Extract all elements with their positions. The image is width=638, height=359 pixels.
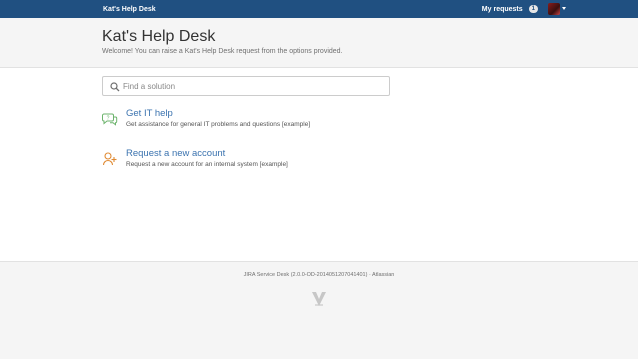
brand-link[interactable]: Kat's Help Desk: [103, 6, 156, 13]
request-type-description: Request a new account for an internal sy…: [126, 161, 288, 168]
page-header: Kat's Help Desk Welcome! You can raise a…: [0, 18, 638, 68]
topbar-right: My requests 1: [482, 0, 566, 18]
search-input[interactable]: [123, 79, 383, 93]
page-title: Kat's Help Desk: [102, 28, 216, 45]
my-requests-link[interactable]: My requests: [482, 6, 523, 13]
search-box[interactable]: [102, 76, 390, 96]
user-avatar[interactable]: [548, 3, 560, 15]
my-requests-count-badge: 1: [528, 5, 538, 13]
welcome-message: Welcome! You can raise a Kat's Help Desk…: [102, 48, 343, 55]
request-type-new-account[interactable]: Request a new account Request a new acco…: [102, 148, 402, 172]
atlassian-logo[interactable]: [309, 289, 329, 309]
top-navigation-bar: Kat's Help Desk My requests 1: [0, 0, 638, 18]
search-icon: [110, 82, 120, 92]
footer-version-text: JIRA Service Desk (2.0.0-OD-201405120704…: [243, 272, 395, 278]
add-user-icon: [102, 152, 117, 166]
portal-content: ? Get IT help Get assistance for general…: [0, 68, 638, 261]
request-type-description: Get assistance for general IT problems a…: [126, 121, 311, 128]
chevron-down-icon[interactable]: [562, 7, 566, 10]
svg-text:?: ?: [107, 116, 110, 122]
request-type-title[interactable]: Request a new account: [126, 148, 225, 159]
request-type-title[interactable]: Get IT help: [126, 108, 173, 119]
request-type-get-it-help[interactable]: ? Get IT help Get assistance for general…: [102, 108, 402, 132]
page-footer: JIRA Service Desk (2.0.0-OD-201405120704…: [0, 261, 638, 359]
it-help-icon: ?: [102, 113, 118, 126]
